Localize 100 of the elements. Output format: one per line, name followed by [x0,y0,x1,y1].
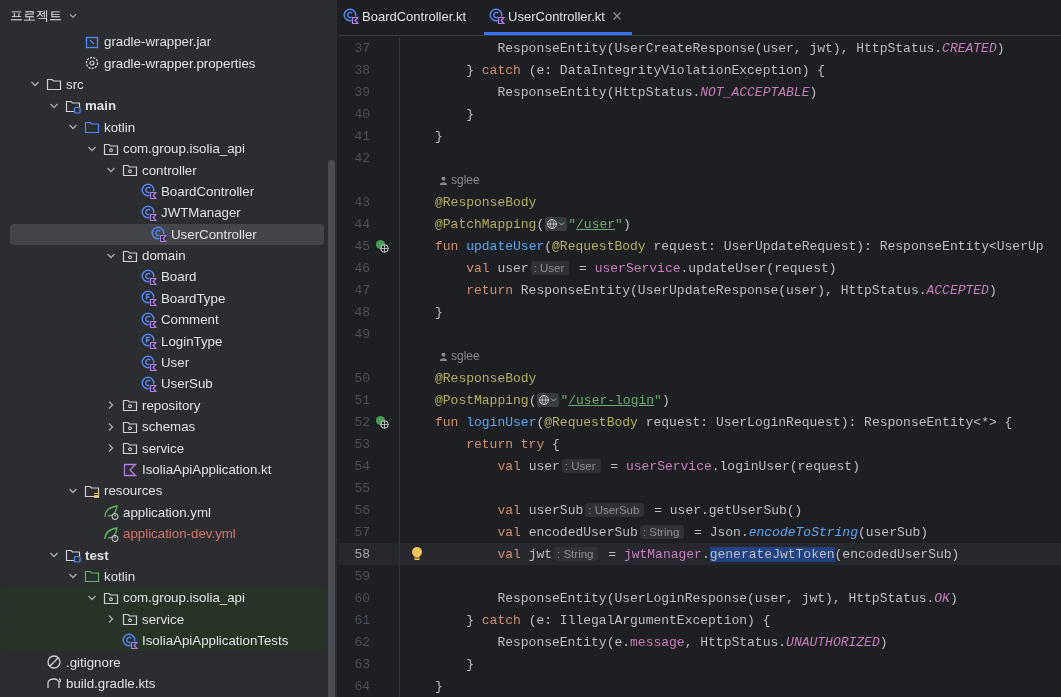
tree-row[interactable]: com.group.isolia_api [0,137,326,160]
code-text: ResponseEntity(UserUpdateResponse(user), HttpStatus. [519,282,927,298]
code-text: ) [809,84,818,100]
scrollbar[interactable] [328,160,335,697]
tree-row[interactable]: main [0,95,326,117]
tree-row[interactable]: UserController [10,223,324,245]
tree-row[interactable]: repository [0,394,326,417]
tree-label: controller [142,162,197,178]
lightbulb-icon[interactable] [411,546,423,562]
tree-row[interactable]: gradle-wrapper.jar [0,31,326,53]
tree-row[interactable]: application.yml [0,501,326,523]
annotation: @RequestBody [552,238,646,254]
project-view-dropdown[interactable]: 프로젝트 [10,6,80,25]
type-hint[interactable]: : String [554,547,599,561]
tree-label: JWTManager [161,205,241,221]
code-text: ( [528,392,537,408]
property-name: userService [625,458,712,474]
code-text: ) [622,216,631,232]
annotation: @RequestBody [544,414,638,430]
tree-row[interactable]: BoardController [0,180,326,203]
tree-label: build.gradle.kts [66,675,156,691]
enum-icon [141,333,157,350]
tree-row[interactable]: resources [0,480,326,502]
code-text: .loginUser(request) [711,458,860,474]
tree-row[interactable]: .gitignore [0,651,326,673]
person-icon [439,175,448,185]
class-icon [151,226,167,243]
tree-row[interactable]: service [0,608,328,630]
tree-label: application-dev.yml [123,526,236,542]
type-hint[interactable]: : UserSub [585,503,645,517]
url-link[interactable]: /user [576,216,616,232]
tree-row[interactable]: service [0,437,326,459]
package-icon [122,611,138,628]
globe-gutter-icon[interactable] [375,415,389,429]
keyword: return try [465,436,545,452]
tree-row[interactable]: LoginType [0,330,326,352]
url-link[interactable]: /user-login [568,392,655,408]
type-hint[interactable]: : User [530,261,570,275]
tree-label: repository [142,397,201,413]
tree-row[interactable]: src [0,73,326,96]
tree-row[interactable]: application-dev.yml [0,523,326,545]
code-text: user [527,458,560,474]
code-text: = [578,260,588,276]
tree-label: application.yml [123,504,211,520]
leaf-icon [103,525,119,542]
tree-row[interactable]: IsoliaApiApplicationTests [0,629,328,652]
kotlin-file-icon [122,461,138,478]
code-text: } [465,612,475,628]
tree-label: domain [142,248,186,264]
code-text: { [551,436,560,452]
tree-row[interactable]: domain [0,244,326,267]
close-icon[interactable] [611,11,622,21]
code-text: ) [661,392,670,408]
code-text: } [465,106,474,122]
tree-row[interactable]: schemas [0,416,326,438]
prohibited-icon [46,654,62,670]
tree-label: LoginType [161,333,223,349]
tree-label: User [161,355,190,371]
tree-row[interactable]: IsoliaApiApplication.kt [0,458,326,481]
type-hint[interactable]: : String [639,525,685,539]
tree-label: IsoliaApiApplicationTests [142,633,289,649]
editor-tab[interactable]: BoardController.kt [338,0,477,35]
tree-row[interactable]: Board [0,266,326,288]
tree-row[interactable]: controller [0,159,326,181]
property-name: jwtManager [623,546,702,562]
tree-row[interactable]: Comment [0,309,326,331]
code-text: user [496,260,529,276]
tree-label: gradle-wrapper.jar [104,34,212,50]
property-name: userService [594,260,681,276]
code-text: } [435,128,443,144]
tree-row[interactable]: User [0,351,326,374]
code-text: .updateUser(request) [680,260,837,276]
tree-row[interactable]: kotlin [0,116,326,138]
editor-tab[interactable]: UserController.kt [484,0,632,35]
tree-row[interactable]: UserSub [0,373,326,395]
class-icon [141,354,157,371]
globe-dropdown-icon[interactable] [545,217,568,231]
globe-dropdown-icon[interactable] [537,393,560,407]
globe-gutter-icon[interactable] [375,239,389,253]
keyword: val [465,260,490,276]
constant-name: ACCEPTED [926,282,989,298]
tree-row[interactable]: com.group.isolia_api [0,587,328,609]
code-text: . [701,546,710,562]
tree-row[interactable]: kotlin [0,565,326,588]
tree-row[interactable]: test [0,544,326,566]
tree-label: src [66,76,84,92]
tree-row[interactable]: build.gradle.kts [0,672,326,695]
code-author[interactable]: sglee [451,173,480,187]
code-author[interactable]: sglee [451,349,480,363]
constant-name: NOT_ACCEPTABLE [700,84,810,100]
tree-row[interactable]: gradle-wrapper.properties [0,52,326,74]
tree-label: .gitignore [66,654,121,670]
type-hint[interactable]: : User [561,459,601,473]
tree-label: com.group.isolia_api [123,141,245,157]
class-icon [141,375,157,392]
tree-row[interactable]: JWTManager [0,202,326,224]
selected-text: generateJwtToken [709,546,835,562]
tree-label: Comment [161,312,219,328]
tree-row[interactable]: BoardType [0,287,326,310]
code-text: (userSub) [857,524,929,540]
